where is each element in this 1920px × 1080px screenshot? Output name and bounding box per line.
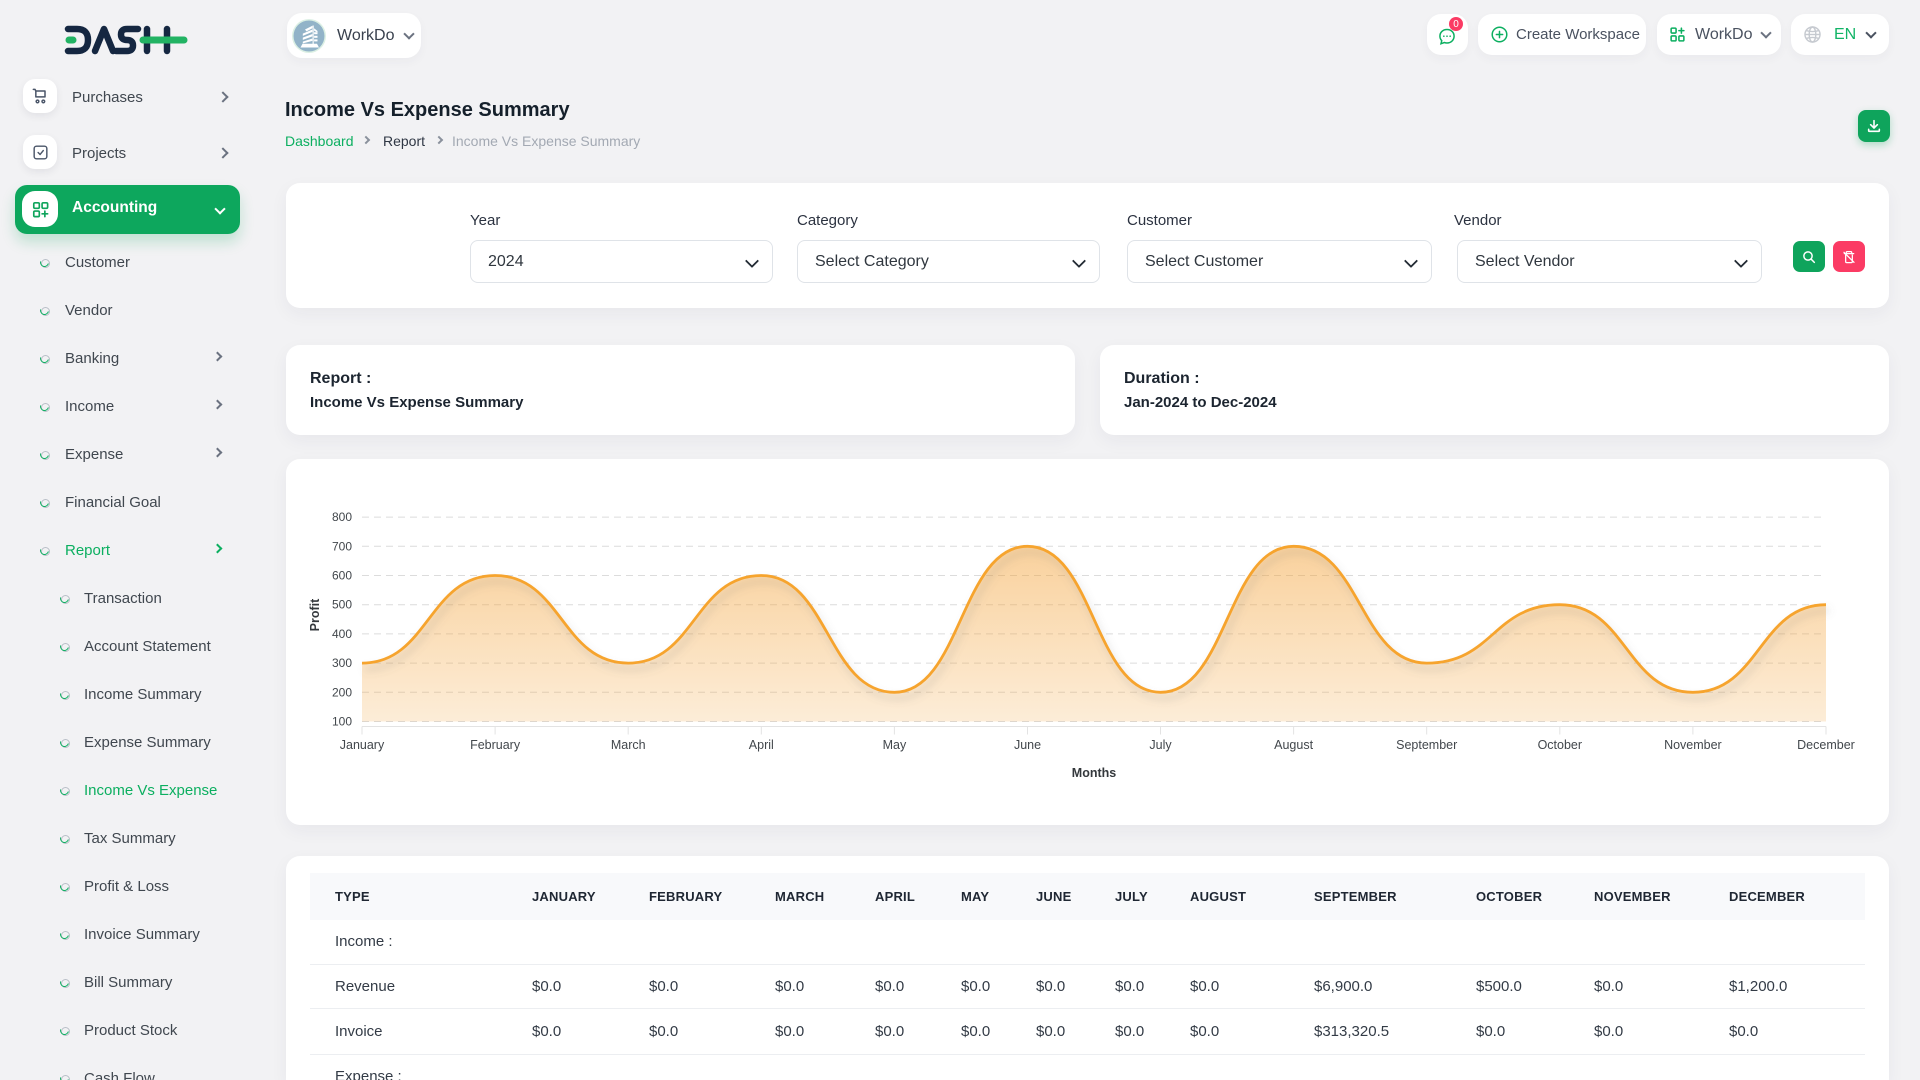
- svg-text:January: January: [340, 738, 385, 752]
- svg-text:June: June: [1014, 738, 1041, 752]
- svg-text:March: March: [611, 738, 646, 752]
- svg-text:Profit: Profit: [308, 598, 322, 631]
- svg-text:November: November: [1664, 738, 1722, 752]
- svg-text:600: 600: [332, 569, 352, 583]
- svg-text:700: 700: [332, 539, 352, 553]
- svg-text:December: December: [1797, 738, 1855, 752]
- svg-text:800: 800: [332, 510, 352, 524]
- svg-text:August: August: [1274, 738, 1313, 752]
- svg-text:July: July: [1149, 738, 1172, 752]
- svg-text:100: 100: [332, 715, 352, 729]
- svg-text:300: 300: [332, 656, 352, 670]
- svg-text:October: October: [1538, 738, 1582, 752]
- svg-text:May: May: [883, 738, 907, 752]
- svg-text:500: 500: [332, 598, 352, 612]
- svg-text:February: February: [470, 738, 521, 752]
- svg-text:April: April: [749, 738, 774, 752]
- svg-text:Months: Months: [1072, 766, 1116, 780]
- svg-text:200: 200: [332, 685, 352, 699]
- svg-text:September: September: [1396, 738, 1457, 752]
- svg-text:400: 400: [332, 627, 352, 641]
